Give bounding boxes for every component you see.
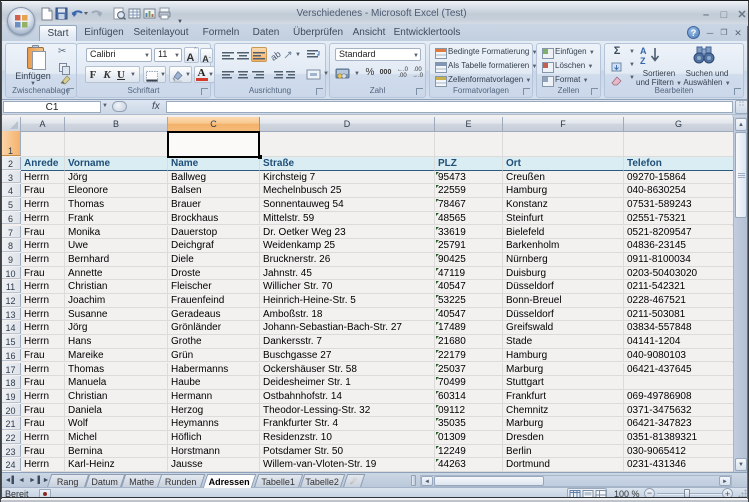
svg-text:ab: ab (271, 49, 283, 62)
svg-text:Z: Z (640, 56, 646, 66)
svg-text:A: A (640, 46, 647, 56)
